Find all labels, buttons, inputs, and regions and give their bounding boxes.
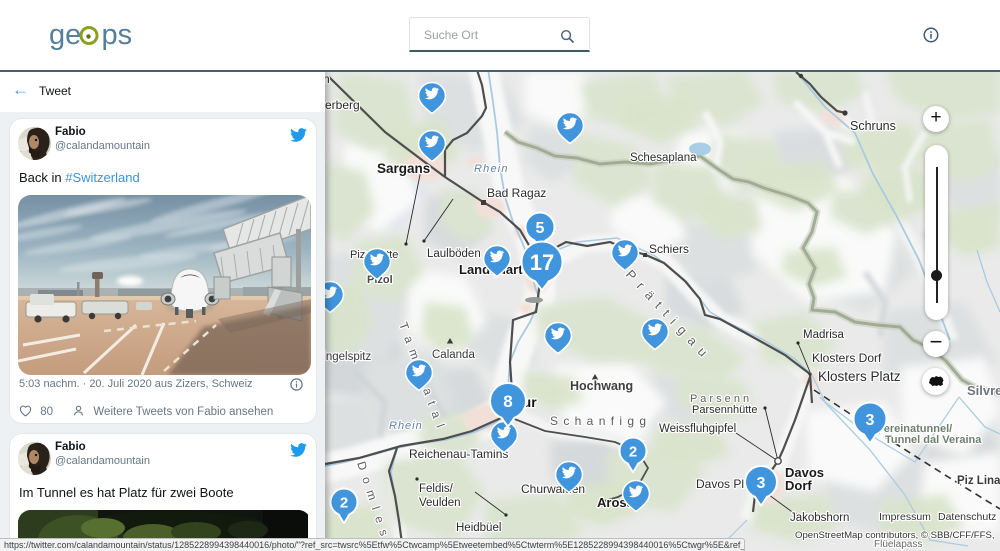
svg-text:Klosters Dorf: Klosters Dorf (812, 351, 882, 365)
svg-text:Silvrett: Silvrett (967, 383, 1000, 398)
svg-text:Bad Ragaz: Bad Ragaz (487, 186, 546, 200)
svg-text:S c h a n f i g g: S c h a n f i g g (550, 414, 647, 428)
svg-text:erberg: erberg (325, 98, 360, 112)
svg-text:Davos Pl: Davos Pl (696, 477, 744, 491)
svg-text:Datenschutz: Datenschutz (938, 511, 996, 523)
svg-text:Veulden: Veulden (419, 497, 461, 509)
svg-text:Schesaplana: Schesaplana (630, 152, 697, 164)
svg-text:ge: ge (49, 21, 81, 51)
svg-text:Feldis/: Feldis/ (419, 483, 454, 495)
svg-text:Rhein: Rhein (389, 420, 423, 432)
svg-text:OpenStreetMap contributors, ©: OpenStreetMap contributors, © SBB/CFF/FF… (795, 530, 995, 541)
svg-text:2: 2 (340, 494, 348, 511)
svg-text:Impressum: Impressum (879, 511, 931, 523)
svg-text:8: 8 (503, 392, 512, 411)
svg-text:Madrisa: Madrisa (803, 329, 845, 341)
svg-text:Hochwang: Hochwang (570, 379, 633, 393)
svg-text:Piz Linar: Piz Linar (957, 475, 1000, 487)
svg-text:Parsennhütte: Parsennhütte (692, 404, 757, 416)
svg-text:Sargans: Sargans (377, 161, 430, 176)
svg-text:ps: ps (102, 21, 133, 51)
svg-text:2: 2 (629, 443, 637, 460)
svg-text:Rhein: Rhein (474, 163, 509, 175)
svg-text:3: 3 (866, 412, 875, 429)
svg-text:n: n (325, 72, 330, 86)
svg-text:Calanda: Calanda (432, 349, 475, 361)
svg-text:Heidbüel: Heidbüel (456, 522, 501, 534)
svg-text:17: 17 (530, 250, 554, 275)
svg-text:Schiers: Schiers (649, 242, 689, 256)
svg-text:Dorf: Dorf (785, 478, 812, 493)
svg-text:Laulböden: Laulböden (427, 248, 481, 260)
svg-text:Jakobshorn: Jakobshorn (790, 512, 849, 524)
svg-text:3: 3 (757, 475, 766, 492)
svg-text:Schruns: Schruns (850, 119, 896, 133)
svg-text:Tunnel dal Veraina: Tunnel dal Veraina (885, 434, 982, 446)
svg-text:Ringelspitz: Ringelspitz (325, 351, 371, 363)
svg-text:Weissfluhgipfel: Weissfluhgipfel (659, 423, 736, 435)
svg-text:5: 5 (536, 220, 545, 237)
svg-text:Reichenau-Tamins: Reichenau-Tamins (409, 447, 508, 461)
svg-text:Klosters Platz: Klosters Platz (818, 369, 901, 384)
